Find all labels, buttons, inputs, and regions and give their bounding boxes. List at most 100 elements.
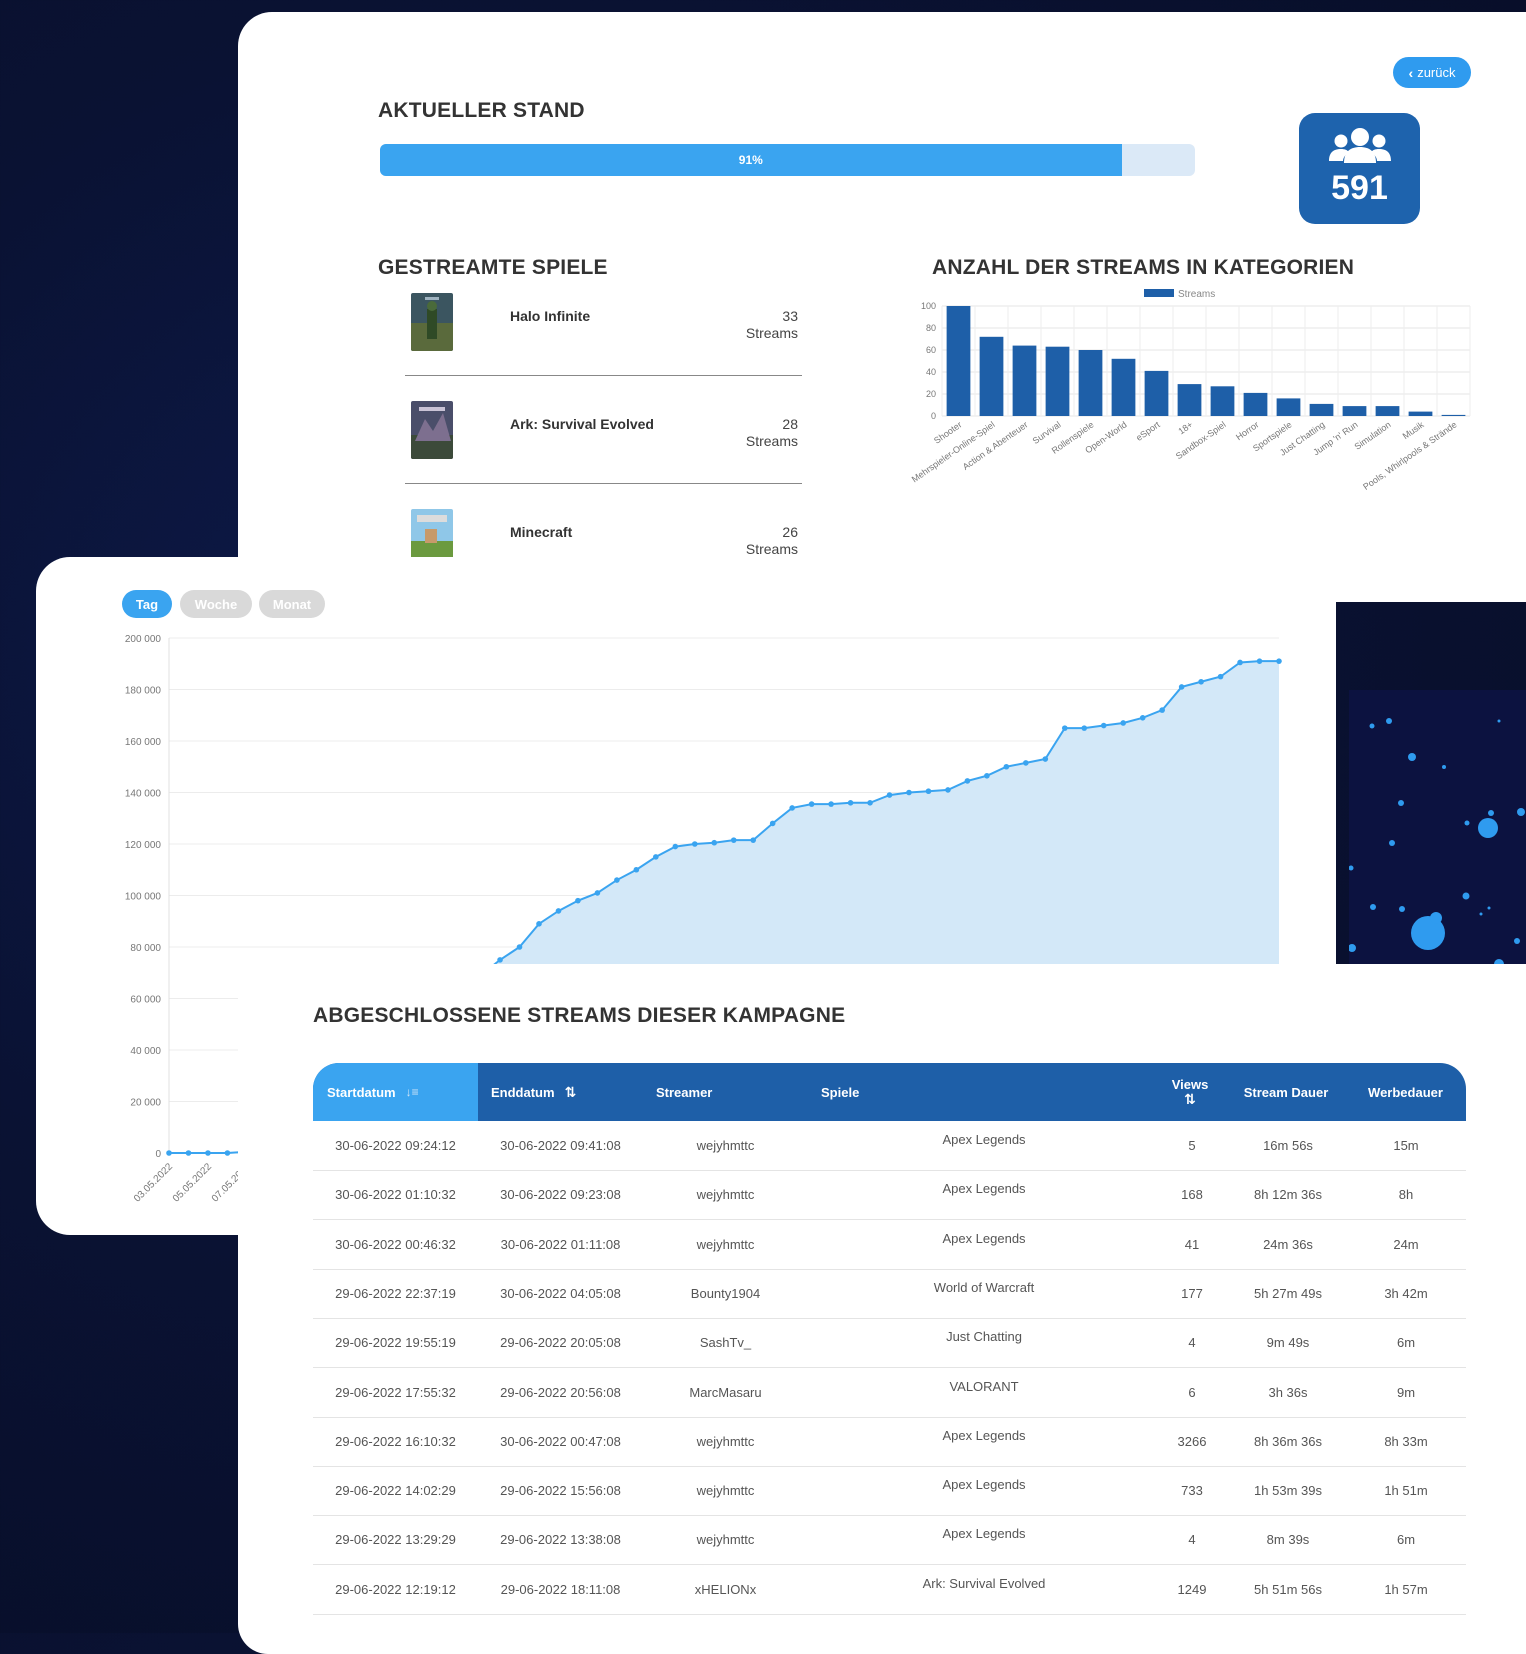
data-point (1159, 707, 1165, 713)
data-point (614, 877, 620, 883)
cell-ad: 1h 57m (1384, 1581, 1428, 1597)
cell-ad: 1h 51m (1384, 1483, 1428, 1499)
y-tick-label: 20 000 (130, 1098, 161, 1109)
column-header-end[interactable]: Enddatum ⇅ (491, 1063, 576, 1121)
cell-duration: 24m 36s (1263, 1236, 1313, 1252)
dots-decoration (1349, 718, 1525, 964)
ark-cover-image (411, 401, 453, 459)
data-point (711, 839, 718, 846)
data-point (1081, 725, 1088, 731)
game-item[interactable]: Halo Infinite 33 Streams (405, 293, 802, 401)
sort-icon[interactable]: ⇅ (1184, 1092, 1196, 1107)
data-point (730, 837, 737, 843)
cell-game: Apex Legends (942, 1132, 1026, 1147)
table-row[interactable]: 30-06-2022 09:24:12 30-06-2022 09:41:08 we… (313, 1121, 1466, 1171)
data-point (1198, 678, 1204, 685)
data-point (1217, 673, 1224, 680)
table-row[interactable]: 29-06-2022 19:55:19 29-06-2022 20:05:08 Sa… (313, 1318, 1466, 1369)
cell-streamer: SashTv_ (699, 1335, 752, 1351)
cell-game: Ark: Survival Evolved (922, 1575, 1046, 1591)
games-title: GESTREAMTE SPIELE (378, 256, 608, 279)
bar (1342, 406, 1367, 416)
table-row[interactable]: 29-06-2022 17:55:32 29-06-2022 20:56:08 Ma… (313, 1368, 1466, 1418)
x-tick-label: 05.05.2022 (171, 1161, 214, 1204)
bar (1243, 392, 1268, 416)
categories-title: ANZAHL DER STREAMS IN KATEGORIEN (932, 256, 1355, 279)
game-count-unit: Streams (745, 541, 798, 557)
cell-end: 30-06-2022 04:05:08 (500, 1285, 621, 1301)
y-tick-label: 60 (926, 345, 936, 355)
data-point (828, 801, 834, 807)
table-row[interactable]: 29-06-2022 22:37:19 30-06-2022 04:05:08 Bo… (313, 1269, 1466, 1319)
cell-start: 29-06-2022 16:10:32 (335, 1433, 456, 1449)
column-header-games: Spiele (821, 1084, 860, 1100)
y-tick-label: 140 000 (125, 789, 162, 800)
bar (946, 306, 971, 416)
cell-streamer: wejyhmttc (696, 1433, 755, 1449)
cell-game: Apex Legends (942, 1427, 1026, 1443)
game-count-value: 26 (782, 524, 798, 540)
tab-day[interactable]: Tag (122, 590, 172, 618)
table-row[interactable]: 30-06-2022 01:10:32 30-06-2022 09:23:08 we… (313, 1170, 1466, 1221)
cell-duration: 9m 49s (1266, 1335, 1310, 1351)
data-point (575, 897, 581, 904)
data-point (847, 800, 854, 806)
data-point (166, 1150, 172, 1156)
table-row[interactable]: 30-06-2022 00:46:32 30-06-2022 01:11:08 we… (313, 1220, 1466, 1270)
data-point (691, 841, 698, 847)
tab-month[interactable]: Monat (259, 590, 325, 618)
y-tick-label: 0 (931, 411, 936, 421)
bar (1441, 414, 1466, 416)
game-count-unit: Streams (745, 433, 798, 449)
tab-week[interactable]: Woche (180, 590, 252, 618)
bar (1276, 398, 1301, 416)
table-row[interactable]: 29-06-2022 12:19:12 29-06-2022 18:11:08 xH… (313, 1565, 1466, 1615)
y-tick-label: 80 (926, 323, 936, 333)
game-count-unit: Streams (745, 325, 798, 341)
x-tick-label: Horror (1234, 419, 1261, 442)
data-point (945, 787, 951, 793)
game-name: Ark: Survival Evolved (510, 416, 654, 432)
divider (405, 483, 802, 484)
data-point (1178, 684, 1185, 690)
cell-views: 1249 (1177, 1581, 1207, 1597)
back-button-label: zurück (1417, 65, 1456, 80)
cell-ad: 6m (1396, 1532, 1416, 1548)
cell-ad: 3h 42m (1384, 1285, 1428, 1301)
y-tick-label: 80 000 (130, 943, 161, 954)
y-tick-label: 60 000 (130, 995, 161, 1006)
table-header: Startdatum ↓≡ Enddatum ⇅ Streamer Spiele… (313, 1063, 1466, 1121)
cell-duration: 5h 27m 49s (1254, 1285, 1322, 1301)
cell-streamer: wejyhmttc (696, 1138, 755, 1153)
column-header-start[interactable]: Startdatum ↓≡ (327, 1063, 419, 1121)
table-row[interactable]: 29-06-2022 16:10:32 30-06-2022 00:47:08 we… (313, 1417, 1466, 1467)
cell-start: 29-06-2022 22:37:19 (335, 1285, 456, 1301)
data-point (1256, 658, 1263, 664)
cell-views: 6 (1188, 1384, 1196, 1400)
game-item[interactable]: Ark: Survival Evolved 28 Streams (405, 401, 802, 509)
cell-game: World of Warcraft (933, 1279, 1035, 1295)
header-end-label: Enddatum (491, 1084, 555, 1100)
legend-swatch (1144, 289, 1174, 297)
game-name: Minecraft (510, 524, 573, 540)
chevron-left-icon: ‹ (1408, 64, 1414, 81)
data-point (185, 1150, 192, 1156)
cell-game: Apex Legends (942, 1230, 1026, 1246)
cell-duration: 8h 36m 36s (1254, 1433, 1322, 1449)
cell-views: 3266 (1177, 1433, 1207, 1449)
game-item[interactable]: Minecraft 26 Streams (405, 509, 802, 557)
column-header-views[interactable]: Views ⇅ (1161, 1063, 1219, 1121)
table-row[interactable]: 29-06-2022 13:29:29 29-06-2022 13:38:08 we… (313, 1515, 1466, 1566)
sort-icon[interactable]: ⇅ (565, 1084, 577, 1101)
y-tick-label: 200 000 (125, 634, 162, 645)
minecraft-cover-image (411, 509, 453, 557)
cell-start: 30-06-2022 01:10:32 (335, 1187, 456, 1203)
back-button[interactable]: ‹ zurück (1393, 57, 1471, 88)
y-tick-label: 100 (921, 301, 936, 311)
data-point (886, 792, 893, 798)
bar (1177, 384, 1202, 416)
table-row[interactable]: 29-06-2022 14:02:29 29-06-2022 15:56:08 we… (313, 1466, 1466, 1517)
y-tick-label: 100 000 (125, 892, 162, 903)
data-point (867, 800, 873, 806)
sort-desc-icon[interactable]: ↓≡ (406, 1085, 419, 1099)
